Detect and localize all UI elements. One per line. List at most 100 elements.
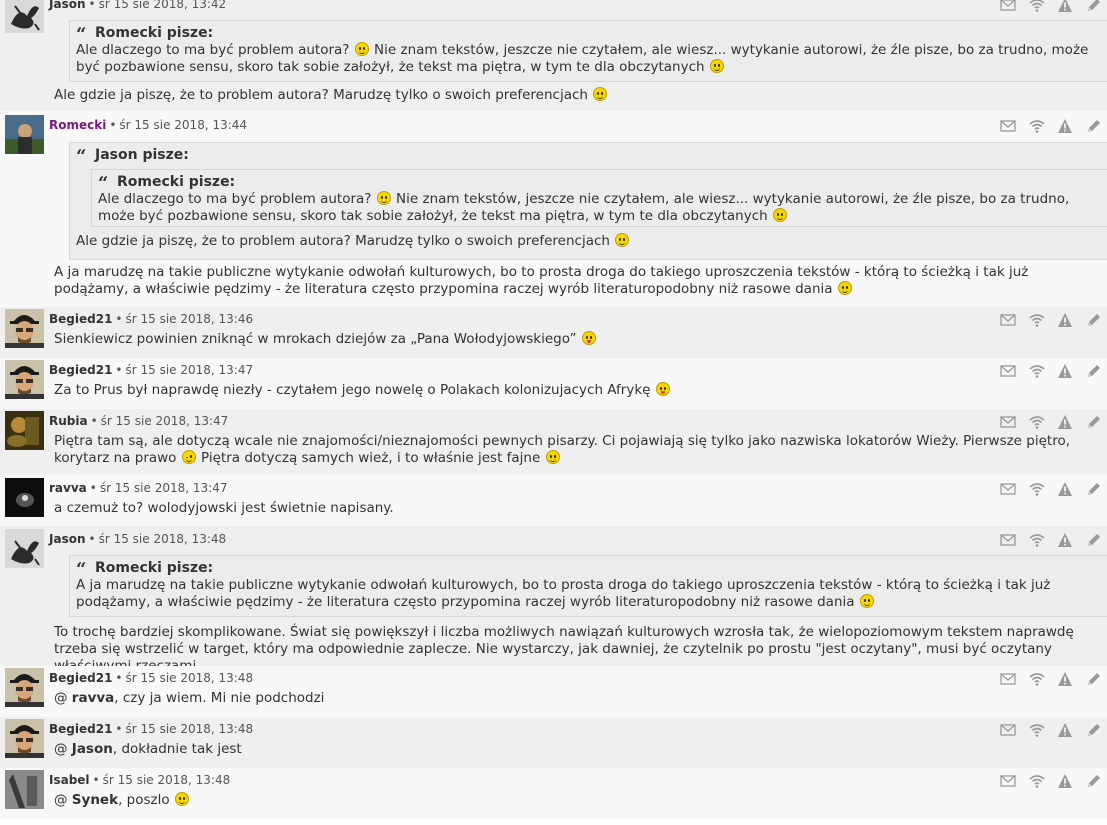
envelope-icon[interactable] bbox=[1000, 722, 1016, 738]
wifi-icon[interactable] bbox=[1028, 312, 1045, 328]
quote-text: Ale dlaczego to ma być problem autora? N… bbox=[98, 191, 1070, 224]
quote-block: “Romecki pisze: Ale dlaczego to ma być pr… bbox=[91, 169, 1107, 227]
post-date: śr 15 sie 2018, 13:48 bbox=[102, 773, 231, 787]
post-date: śr 15 sie 2018, 13:48 bbox=[125, 722, 254, 736]
warning-icon[interactable] bbox=[1057, 722, 1073, 738]
wifi-icon[interactable] bbox=[1028, 118, 1045, 134]
smiley-emoticon bbox=[615, 233, 630, 247]
envelope-icon[interactable] bbox=[1000, 312, 1016, 328]
pencil-icon[interactable] bbox=[1086, 414, 1102, 430]
wifi-icon[interactable] bbox=[1028, 481, 1045, 497]
post-body: Za to Prus był naprawdę niezły - czytałe… bbox=[54, 382, 1099, 399]
post-meta: Rubia • śr 15 sie 2018, 13:47 bbox=[49, 414, 228, 428]
envelope-icon[interactable] bbox=[1000, 773, 1016, 789]
pencil-icon[interactable] bbox=[1086, 722, 1102, 738]
quote-header: “Romecki pisze: bbox=[76, 24, 214, 45]
post-body: Piętra tam są, ale dotyczą wcale nie zna… bbox=[54, 433, 1071, 466]
wifi-icon[interactable] bbox=[1028, 363, 1045, 379]
warning-icon[interactable] bbox=[1057, 532, 1073, 548]
author-link[interactable]: Romecki bbox=[49, 118, 106, 132]
author-link[interactable]: Begied21 bbox=[49, 722, 112, 736]
wifi-icon[interactable] bbox=[1028, 414, 1045, 430]
meta-separator: • bbox=[88, 0, 96, 11]
avatar[interactable] bbox=[5, 719, 44, 758]
smiley-emoticon bbox=[655, 382, 670, 396]
post-meta: Romecki • śr 15 sie 2018, 13:44 bbox=[49, 118, 247, 132]
mention-link[interactable]: Synek bbox=[72, 792, 118, 808]
author-link[interactable]: Jason bbox=[49, 532, 86, 546]
avatar[interactable] bbox=[5, 309, 44, 348]
quote-mark-icon: “ bbox=[76, 559, 87, 580]
pencil-icon[interactable] bbox=[1086, 363, 1102, 379]
quote-text: Ale dlaczego to ma być problem autora? N… bbox=[76, 42, 1089, 75]
mention-link[interactable]: Jason bbox=[72, 741, 113, 757]
smiley-emoticon bbox=[859, 594, 874, 608]
warning-icon[interactable] bbox=[1057, 671, 1073, 687]
envelope-icon[interactable] bbox=[1000, 671, 1016, 687]
meta-separator: • bbox=[90, 414, 98, 428]
quote-header: “Romecki pisze: bbox=[76, 559, 214, 580]
warning-icon[interactable] bbox=[1057, 773, 1073, 789]
wifi-icon[interactable] bbox=[1028, 773, 1045, 789]
author-link[interactable]: Isabel bbox=[49, 773, 90, 787]
quote-text: A ja marudzę na takie publiczne wytykani… bbox=[76, 577, 1051, 610]
warning-icon[interactable] bbox=[1057, 481, 1073, 497]
wifi-icon[interactable] bbox=[1028, 671, 1045, 687]
quote-mark-icon: “ bbox=[98, 173, 109, 194]
warning-icon[interactable] bbox=[1057, 0, 1073, 13]
envelope-icon[interactable] bbox=[1000, 532, 1016, 548]
smiley-emoticon bbox=[709, 59, 724, 73]
wifi-icon[interactable] bbox=[1028, 532, 1045, 548]
envelope-icon[interactable] bbox=[1000, 118, 1016, 134]
wifi-icon[interactable] bbox=[1028, 722, 1045, 738]
envelope-icon[interactable] bbox=[1000, 414, 1016, 430]
quote-block: “Romecki pisze: Ale dlaczego to ma być pr… bbox=[69, 20, 1107, 82]
post-body: Sienkiewicz powinien zniknąć w mrokach d… bbox=[54, 331, 1099, 348]
avatar[interactable] bbox=[5, 115, 44, 154]
pencil-icon[interactable] bbox=[1086, 312, 1102, 328]
author-link[interactable]: Begied21 bbox=[49, 671, 112, 685]
pencil-icon[interactable] bbox=[1086, 481, 1102, 497]
avatar[interactable] bbox=[5, 360, 44, 399]
warning-icon[interactable] bbox=[1057, 312, 1073, 328]
pencil-icon[interactable] bbox=[1086, 773, 1102, 789]
post-body: @ ravva, czy ja wiem. Mi nie podchodzi bbox=[54, 690, 325, 706]
mention-link[interactable]: ravva bbox=[72, 690, 114, 706]
envelope-icon[interactable] bbox=[1000, 481, 1016, 497]
author-link[interactable]: Rubia bbox=[49, 414, 88, 428]
avatar[interactable] bbox=[5, 411, 44, 450]
meta-separator: • bbox=[115, 722, 123, 736]
warning-icon[interactable] bbox=[1057, 414, 1073, 430]
meta-separator: • bbox=[115, 312, 123, 326]
author-link[interactable]: ravva bbox=[49, 481, 87, 495]
avatar[interactable] bbox=[5, 770, 44, 809]
envelope-icon[interactable] bbox=[1000, 0, 1016, 13]
pencil-icon[interactable] bbox=[1086, 671, 1102, 687]
avatar[interactable] bbox=[5, 668, 44, 707]
warning-icon[interactable] bbox=[1057, 363, 1073, 379]
smiley-emoticon bbox=[354, 42, 369, 56]
avatar[interactable] bbox=[5, 0, 44, 33]
pencil-icon[interactable] bbox=[1086, 118, 1102, 134]
envelope-icon[interactable] bbox=[1000, 363, 1016, 379]
post-meta: Begied21 • śr 15 sie 2018, 13:47 bbox=[49, 363, 253, 377]
post-meta: Begied21 • śr 15 sie 2018, 13:46 bbox=[49, 312, 253, 326]
meta-separator: • bbox=[115, 671, 123, 685]
post-date: śr 15 sie 2018, 13:48 bbox=[98, 532, 227, 546]
post-body: @ Synek, poszlo bbox=[54, 792, 1099, 809]
author-link[interactable]: Jason bbox=[49, 0, 86, 11]
avatar[interactable] bbox=[5, 529, 44, 568]
post-meta: ravva • śr 15 sie 2018, 13:47 bbox=[49, 481, 227, 495]
author-link[interactable]: Begied21 bbox=[49, 312, 112, 326]
comment-post: Isabel • śr 15 sie 2018, 13:48 @ Synek, pos… bbox=[0, 768, 1107, 819]
avatar[interactable] bbox=[5, 478, 44, 517]
post-meta: Isabel • śr 15 sie 2018, 13:48 bbox=[49, 773, 230, 787]
comment-post: Begied21 • śr 15 sie 2018, 13:48 @ Jason, d… bbox=[0, 717, 1107, 768]
warning-icon[interactable] bbox=[1057, 118, 1073, 134]
post-date: śr 15 sie 2018, 13:46 bbox=[125, 312, 254, 326]
wifi-icon[interactable] bbox=[1028, 0, 1045, 13]
author-link[interactable]: Begied21 bbox=[49, 363, 112, 377]
pencil-icon[interactable] bbox=[1086, 0, 1102, 13]
pencil-icon[interactable] bbox=[1086, 532, 1102, 548]
comment-post: Romecki • śr 15 sie 2018, 13:44 “Jason pisz… bbox=[0, 111, 1107, 307]
